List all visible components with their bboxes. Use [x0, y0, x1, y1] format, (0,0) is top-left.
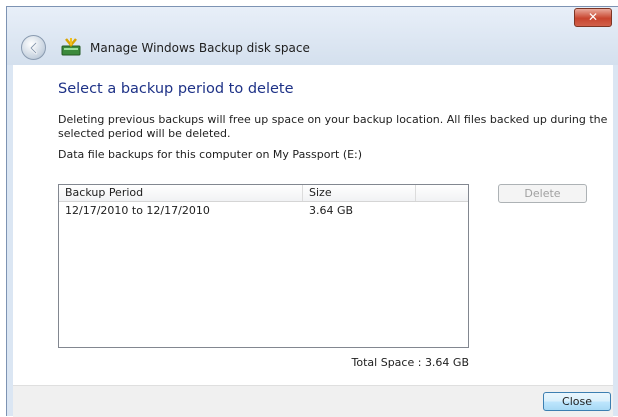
- back-button[interactable]: [21, 35, 46, 60]
- page-heading: Select a backup period to delete: [58, 81, 294, 97]
- backup-period-cell: 12/17/2010 to 12/17/2010: [65, 204, 210, 217]
- title-bar: ✕ Manage Windows Backup disk space: [7, 7, 618, 65]
- dialog-window: ✕ Manage Windows Backup disk space Selec…: [6, 6, 618, 417]
- window-title: Manage Windows Backup disk space: [90, 41, 310, 55]
- backup-location-text: Data file backups for this computer on M…: [58, 148, 363, 161]
- dialog-footer: Close: [13, 385, 613, 417]
- column-header-size[interactable]: Size: [303, 185, 416, 201]
- list-header: Backup Period Size: [59, 185, 468, 202]
- description-text: Deleting previous backups will free up s…: [58, 113, 608, 140]
- delete-button[interactable]: Delete: [498, 184, 587, 203]
- column-header-backup-period[interactable]: Backup Period: [59, 185, 303, 201]
- total-space-text: Total Space : 3.64 GB: [351, 356, 469, 369]
- back-arrow-icon: [29, 41, 38, 55]
- backup-period-list[interactable]: Backup Period Size 12/17/2010 to 12/17/2…: [58, 184, 469, 348]
- content-area: Select a backup period to delete Deletin…: [13, 65, 613, 385]
- close-button[interactable]: Close: [543, 392, 611, 411]
- list-item[interactable]: 12/17/2010 to 12/17/2010 3.64 GB: [59, 203, 468, 219]
- windows-backup-icon: [61, 38, 81, 56]
- backup-size-cell: 3.64 GB: [309, 204, 354, 217]
- close-icon: ✕: [587, 10, 599, 24]
- window-close-button[interactable]: ✕: [574, 8, 612, 27]
- column-header-empty[interactable]: [416, 185, 468, 201]
